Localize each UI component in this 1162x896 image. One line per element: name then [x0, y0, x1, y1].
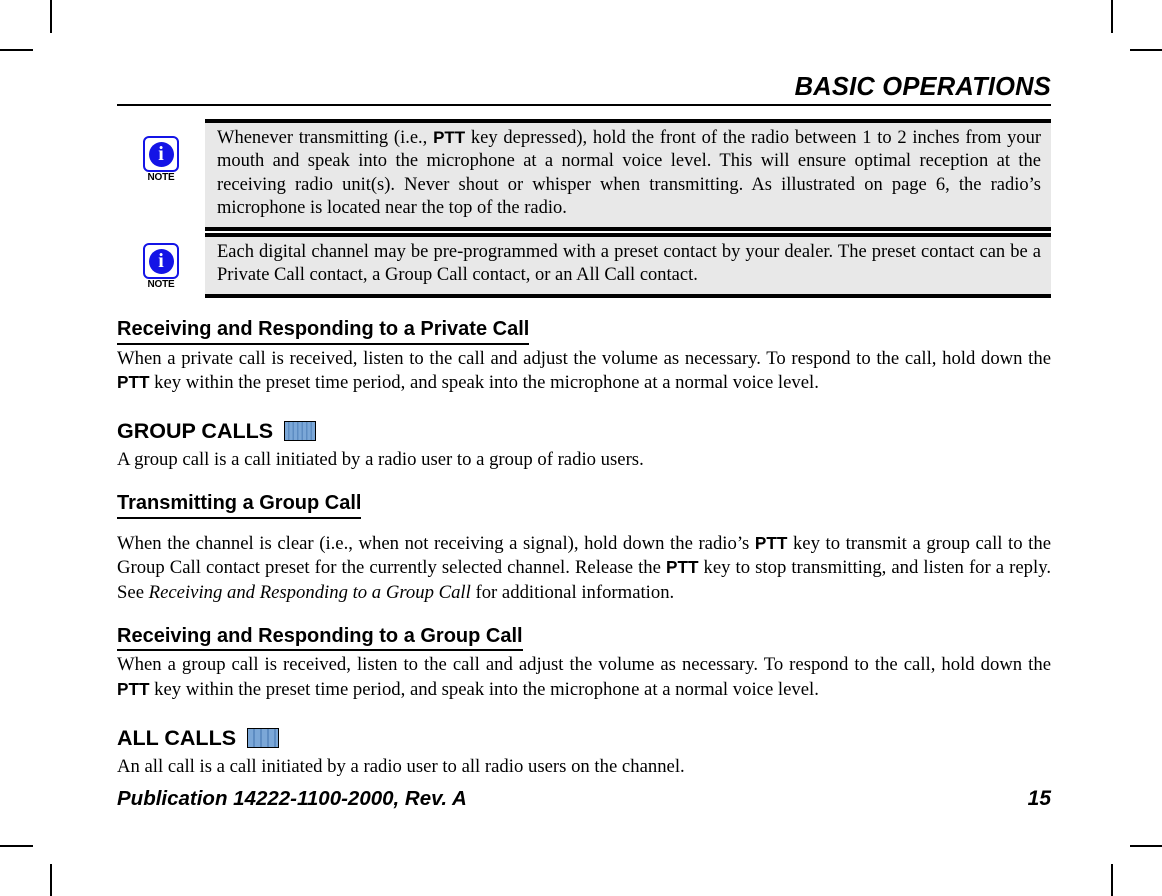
page-footer: Publication 14222-1100-2000, Rev. A 15 — [117, 787, 1051, 811]
section-heading-all-calls-label: ALL CALLS — [117, 726, 237, 751]
note-body: Whenever transmitting (i.e., PTT key dep… — [205, 119, 1051, 231]
crop-mark-bottom-right-vertical — [1111, 864, 1113, 896]
crop-mark-bottom-left-vertical — [50, 864, 52, 896]
cross-reference-title: Receiving and Responding to a Group Call — [148, 581, 471, 603]
section-heading-group-transmit-wrap: Transmitting a Group Call — [117, 492, 1051, 519]
paragraph-private-receive: When a private call is received, listen … — [117, 347, 1051, 396]
note-info-icon: i — [143, 136, 179, 172]
ptt-keyword: PTT — [666, 557, 699, 578]
ptt-keyword: PTT — [117, 678, 150, 699]
section-heading-all-calls: ALL CALLS — [117, 726, 1051, 752]
page-header: BASIC OPERATIONS — [117, 73, 1051, 107]
footer-page-number: 15 — [1027, 787, 1051, 810]
section-heading-private-receive-wrap: Receiving and Responding to a Private Ca… — [117, 318, 1051, 345]
crop-mark-top-left-horizontal — [0, 49, 33, 51]
section-heading-group-transmit: Transmitting a Group Call — [117, 492, 362, 519]
paragraph-text: When a private call is received, listen … — [117, 347, 1051, 369]
section-heading-group-calls-wrap: GROUP CALLS — [117, 419, 1051, 445]
note-callout: i NOTE Each digital channel may be pre-p… — [117, 233, 1051, 298]
note-info-icon-glyph: i — [148, 141, 174, 167]
paragraph-all-calls: An all call is a call initiated by a rad… — [117, 755, 685, 777]
note-callout: i NOTE Whenever transmitting (i.e., PTT … — [117, 119, 1051, 231]
ptt-keyword: PTT — [433, 128, 466, 147]
page-header-title: BASIC OPERATIONS — [794, 73, 1051, 101]
section-heading-group-calls: GROUP CALLS — [117, 419, 1051, 445]
note-text-lead: Whenever transmitting (i.e., — [217, 128, 434, 148]
paragraph-text: key within the preset time period, and s… — [149, 371, 819, 393]
paragraph-group-receive: When a group call is received, listen to… — [117, 653, 1051, 702]
crop-mark-top-right-horizontal — [1130, 49, 1162, 51]
crop-mark-bottom-right-horizontal — [1130, 845, 1162, 847]
document-content: Receiving and Responding to a Private Ca… — [117, 318, 1051, 779]
note-icon-label: NOTE — [147, 172, 175, 183]
section-heading-group-receive: Receiving and Responding to a Group Call — [117, 625, 523, 652]
note-body: Each digital channel may be pre-programm… — [205, 233, 1051, 298]
document-page: BASIC OPERATIONS i NOTE Whenever transmi… — [117, 0, 1051, 896]
note-icon-cell: i NOTE — [117, 119, 205, 183]
ptt-keyword: PTT — [754, 532, 788, 553]
page-header-rule — [117, 103, 1051, 107]
note-info-icon: i — [143, 243, 179, 279]
section-heading-private-receive: Receiving and Responding to a Private Ca… — [117, 318, 530, 345]
section-heading-group-receive-wrap: Receiving and Responding to a Group Call — [117, 625, 1051, 652]
digital-mode-icon — [247, 727, 280, 748]
paragraph-text: for additional information. — [470, 581, 675, 603]
note-icon-cell: i NOTE — [117, 233, 205, 290]
note-info-icon-glyph: i — [148, 248, 174, 274]
crop-mark-top-left-vertical — [50, 0, 52, 33]
footer-publication: Publication 14222-1100-2000, Rev. A — [117, 787, 467, 810]
paragraph-group-calls: A group call is a call initiated by a ra… — [117, 449, 644, 471]
note-text-lead: Each digital channel may be pre-programm… — [217, 242, 1041, 286]
paragraph-text: When a group call is received, listen to… — [117, 654, 1051, 676]
paragraph-text: key within the preset time period, and s… — [149, 678, 819, 700]
section-heading-all-calls-wrap: ALL CALLS — [117, 726, 1051, 752]
digital-mode-icon — [284, 421, 317, 442]
paragraph-text: When the channel is clear (i.e., when no… — [117, 532, 755, 554]
crop-mark-bottom-left-horizontal — [0, 845, 33, 847]
crop-mark-top-right-vertical — [1111, 0, 1113, 33]
section-heading-group-calls-label: GROUP CALLS — [117, 419, 274, 444]
paragraph-group-transmit: When the channel is clear (i.e., when no… — [117, 532, 1051, 605]
ptt-keyword: PTT — [117, 371, 150, 392]
note-icon-label: NOTE — [147, 279, 175, 290]
